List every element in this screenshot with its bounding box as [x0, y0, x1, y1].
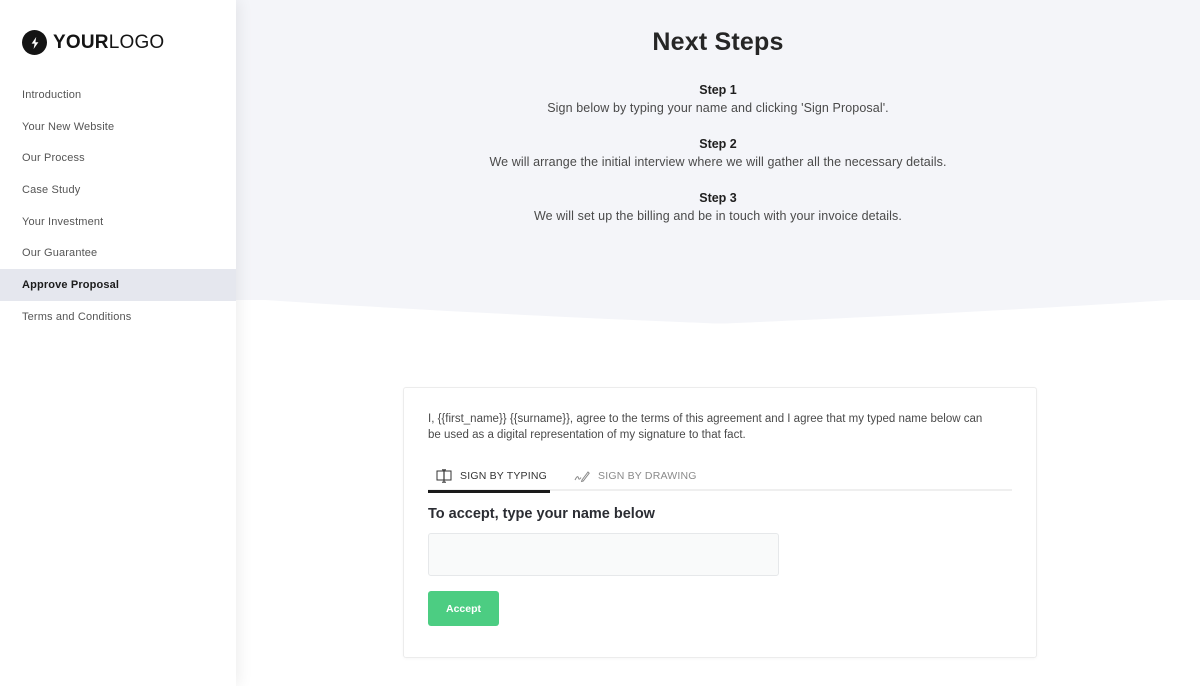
step-text: We will arrange the initial interview wh… [489, 155, 947, 169]
sidebar-item-label: Our Process [22, 152, 85, 165]
sidebar-item-our-guarantee[interactable]: Our Guarantee [0, 237, 236, 269]
sidebar-item-your-investment[interactable]: Your Investment [0, 206, 236, 238]
sidebar-item-label: Introduction [22, 88, 82, 101]
accept-heading: To accept, type your name below [428, 506, 655, 522]
step-3: Step 3 We will set up the billing and be… [236, 189, 1200, 226]
sidebar-item-introduction[interactable]: Introduction [0, 79, 236, 111]
step-text: We will set up the billing and be in tou… [534, 209, 902, 223]
signature-card: I, {{first_name}} {{surname}}, agree to … [403, 387, 1037, 658]
sidebar-item-label: Your Investment [22, 215, 104, 228]
sidebar-item-label: Case Study [22, 183, 81, 196]
hero-wave-divider [236, 296, 1200, 324]
agreement-text: I, {{first_name}} {{surname}}, agree to … [428, 413, 983, 441]
logo-text-light: LOGO [108, 32, 165, 53]
step-title: Step 1 [699, 83, 737, 97]
sidebar-item-label: Terms and Conditions [22, 310, 132, 323]
sidebar-item-label: Your New Website [22, 120, 115, 133]
sidebar-item-approve-proposal[interactable]: Approve Proposal [0, 269, 236, 301]
next-steps-section: Next Steps Step 1 Sign below by typing y… [236, 0, 1200, 300]
text-cursor-icon [436, 469, 452, 483]
signature-tabs: SIGN BY TYPING SIGN BY DRAWING [428, 461, 1012, 493]
step-text: Sign below by typing your name and click… [547, 101, 889, 115]
tab-sign-by-typing[interactable]: SIGN BY TYPING [428, 461, 550, 493]
typed-name-input[interactable] [428, 533, 779, 576]
accept-button[interactable]: Accept [428, 591, 499, 626]
logo-text: YOURLOGO [53, 33, 164, 52]
sidebar-item-case-study[interactable]: Case Study [0, 174, 236, 206]
sidebar-item-label: Approve Proposal [22, 278, 120, 291]
sidebar-nav: Introduction Your New Website Our Proces… [0, 79, 236, 333]
page-title: Next Steps [652, 28, 784, 56]
sidebar: YOURLOGO Introduction Your New Website O… [0, 0, 236, 686]
sidebar-item-label: Our Guarantee [22, 247, 98, 260]
step-1: Step 1 Sign below by typing your name an… [236, 81, 1200, 118]
logo[interactable]: YOURLOGO [22, 30, 164, 55]
step-title: Step 2 [699, 137, 737, 151]
step-title: Step 3 [699, 191, 737, 205]
tab-label: SIGN BY DRAWING [598, 470, 697, 482]
main-content: Next Steps Step 1 Sign below by typing y… [236, 0, 1200, 686]
tab-sign-by-drawing[interactable]: SIGN BY DRAWING [574, 461, 697, 491]
sidebar-item-terms-and-conditions[interactable]: Terms and Conditions [0, 301, 236, 333]
sidebar-item-our-process[interactable]: Our Process [0, 142, 236, 174]
logo-text-bold: YOUR [53, 32, 109, 53]
step-2: Step 2 We will arrange the initial inter… [236, 135, 1200, 172]
pen-signature-icon [574, 471, 590, 483]
lightning-bolt-icon [22, 30, 47, 55]
tab-label: SIGN BY TYPING [460, 470, 548, 482]
sidebar-item-your-new-website[interactable]: Your New Website [0, 111, 236, 143]
